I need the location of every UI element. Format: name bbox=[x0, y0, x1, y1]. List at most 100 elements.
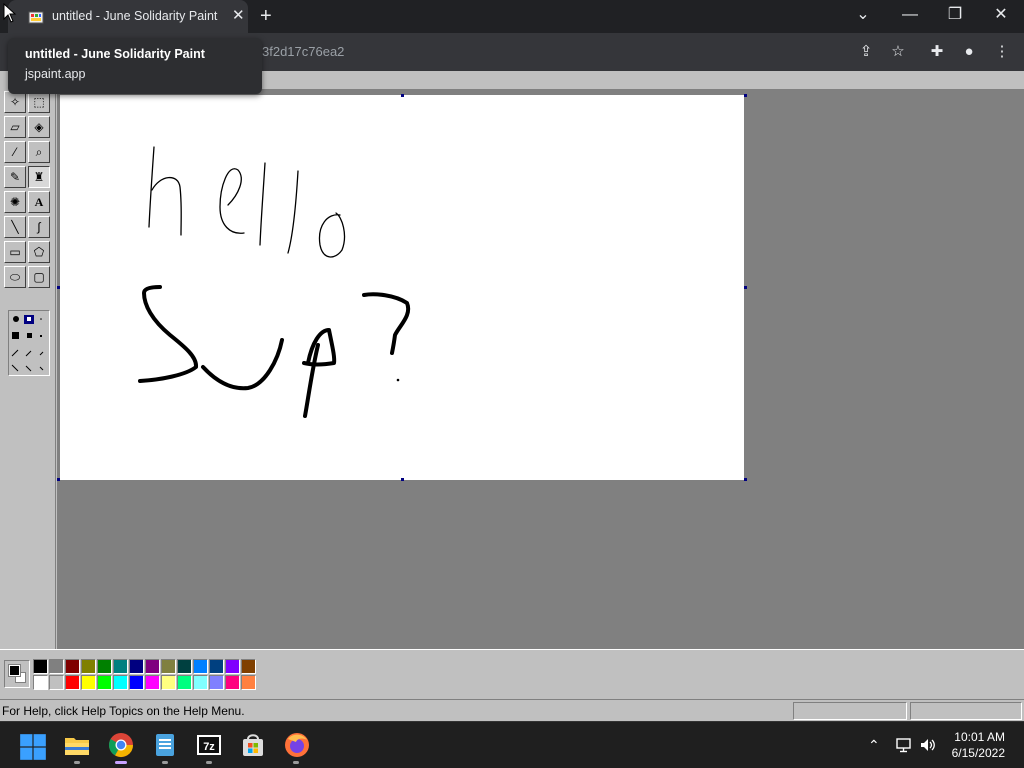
network-icon[interactable] bbox=[895, 736, 913, 754]
palette-swatch[interactable] bbox=[241, 675, 256, 690]
mouse-cursor-icon bbox=[3, 3, 17, 23]
palette-swatch[interactable] bbox=[209, 675, 224, 690]
palette-swatch[interactable] bbox=[225, 659, 240, 674]
palette-swatch[interactable] bbox=[33, 659, 48, 674]
free-form-select-tool[interactable]: ✧ bbox=[4, 91, 26, 113]
paint-app: ✧ ⬚ ▱ ◈ ⁄ ⌕ ✎ ♜ ✺ A ╲ ∫ ▭ ⬠ ⬭ ▢ For Help… bbox=[0, 71, 1024, 721]
palette-swatch[interactable] bbox=[193, 675, 208, 690]
ellipse-tool[interactable]: ⬭ bbox=[4, 266, 26, 288]
eraser-tool[interactable]: ▱ bbox=[4, 116, 26, 138]
clock-date[interactable]: 6/15/2022 bbox=[952, 746, 1005, 760]
status-bar: For Help, click Help Topics on the Help … bbox=[0, 699, 1024, 721]
tab-title: untitled - June Solidarity Paint bbox=[52, 9, 218, 23]
resize-handle-top[interactable] bbox=[401, 94, 404, 97]
more-menu-icon[interactable]: ⋮ bbox=[992, 42, 1012, 62]
brush-tool[interactable]: ♜ bbox=[28, 166, 50, 188]
windows-taskbar: 7z ⌃ 10:01 AM 6/15/2022 bbox=[0, 721, 1024, 768]
palette-swatch[interactable] bbox=[177, 659, 192, 674]
share-icon[interactable]: ⇪ bbox=[856, 42, 876, 62]
palette-swatch[interactable] bbox=[113, 659, 128, 674]
color-palette bbox=[0, 649, 1024, 695]
browser-title-bar: untitled - June Solidarity Paint ✕ + ⌄ —… bbox=[0, 0, 1024, 33]
new-tab-button[interactable]: + bbox=[260, 5, 272, 27]
clock-time[interactable]: 10:01 AM bbox=[954, 730, 1005, 744]
minimize-button[interactable]: — bbox=[895, 4, 925, 26]
show-hidden-icons-chevron-icon[interactable]: ⌃ bbox=[868, 736, 880, 754]
windows-start-icon[interactable] bbox=[19, 733, 47, 761]
svg-text:7z: 7z bbox=[203, 741, 215, 753]
status-panel-size bbox=[910, 702, 1022, 720]
palette-swatch[interactable] bbox=[241, 659, 256, 674]
palette-swatch[interactable] bbox=[193, 659, 208, 674]
brush-shape-options-icon bbox=[11, 315, 44, 372]
palette-swatch[interactable] bbox=[81, 659, 96, 674]
notepad-running-indicator bbox=[162, 761, 168, 764]
tab-close-icon[interactable]: ✕ bbox=[232, 7, 245, 25]
line-tool[interactable]: ╲ bbox=[4, 216, 26, 238]
text-tool[interactable]: A bbox=[28, 191, 50, 213]
color-picker-tool[interactable]: ⁄ bbox=[4, 141, 26, 163]
resize-handle-bottom[interactable] bbox=[401, 478, 404, 481]
current-colors[interactable] bbox=[4, 660, 30, 688]
profile-avatar-icon[interactable]: ● bbox=[959, 42, 979, 62]
resize-handle-right[interactable] bbox=[744, 286, 747, 289]
chrome-icon[interactable] bbox=[107, 731, 135, 759]
select-tool[interactable]: ⬚ bbox=[28, 91, 50, 113]
polygon-tool[interactable]: ⬠ bbox=[28, 241, 50, 263]
palette-swatch[interactable] bbox=[113, 675, 128, 690]
palette-swatch[interactable] bbox=[209, 659, 224, 674]
maximize-button[interactable]: ❐ bbox=[940, 4, 970, 26]
close-window-button[interactable]: ✕ bbox=[986, 4, 1016, 26]
chrome-active-indicator bbox=[115, 761, 127, 764]
palette-swatch[interactable] bbox=[161, 659, 176, 674]
palette-swatch[interactable] bbox=[177, 675, 192, 690]
palette-swatch[interactable] bbox=[97, 675, 112, 690]
address-bar-url[interactable]: 3f2d17c76ea2 bbox=[262, 44, 344, 59]
tooltip-title: untitled - June Solidarity Paint bbox=[25, 47, 205, 61]
firefox-icon[interactable] bbox=[283, 731, 311, 759]
volume-icon[interactable] bbox=[919, 736, 937, 754]
palette-swatch[interactable] bbox=[81, 675, 96, 690]
fill-bucket-tool[interactable]: ◈ bbox=[28, 116, 50, 138]
palette-swatch[interactable] bbox=[49, 675, 64, 690]
tooltip-url: jspaint.app bbox=[25, 67, 86, 81]
palette-swatch[interactable] bbox=[129, 659, 144, 674]
jspaint-favicon-icon bbox=[28, 11, 44, 24]
palette-swatch[interactable] bbox=[129, 675, 144, 690]
pencil-tool[interactable]: ✎ bbox=[4, 166, 26, 188]
brush-options[interactable] bbox=[8, 310, 50, 376]
palette-swatch[interactable] bbox=[97, 659, 112, 674]
resize-handle-bottom-right[interactable] bbox=[744, 478, 747, 481]
airbrush-tool[interactable]: ✺ bbox=[4, 191, 26, 213]
palette-swatch[interactable] bbox=[145, 675, 160, 690]
palette-swatch[interactable] bbox=[225, 675, 240, 690]
firefox-running-indicator bbox=[293, 761, 299, 764]
canvas-drawing bbox=[138, 146, 411, 418]
palette-swatch[interactable] bbox=[33, 675, 48, 690]
7zip-running-indicator bbox=[206, 761, 212, 764]
notepad-icon[interactable] bbox=[151, 731, 179, 759]
drawing-canvas[interactable] bbox=[60, 95, 744, 480]
microsoft-store-icon[interactable] bbox=[239, 731, 267, 759]
resize-handle-bottom-left[interactable] bbox=[57, 478, 60, 481]
palette-swatch[interactable] bbox=[161, 675, 176, 690]
palette-swatch[interactable] bbox=[145, 659, 160, 674]
bookmark-star-icon[interactable]: ☆ bbox=[888, 42, 908, 62]
7zip-icon[interactable]: 7z bbox=[195, 731, 223, 759]
rectangle-tool[interactable]: ▭ bbox=[4, 241, 26, 263]
rounded-rectangle-tool[interactable]: ▢ bbox=[28, 266, 50, 288]
extensions-puzzle-icon[interactable]: ✚ bbox=[927, 42, 947, 62]
palette-swatch[interactable] bbox=[49, 659, 64, 674]
resize-handle-left[interactable] bbox=[57, 286, 60, 289]
palette-swatch[interactable] bbox=[65, 659, 80, 674]
status-panel-coordinates bbox=[793, 702, 907, 720]
toolbox: ✧ ⬚ ▱ ◈ ⁄ ⌕ ✎ ♜ ✺ A ╲ ∫ ▭ ⬠ ⬭ ▢ bbox=[0, 89, 56, 649]
resize-handle-top-right[interactable] bbox=[744, 94, 747, 97]
primary-color-swatch[interactable] bbox=[8, 664, 21, 677]
curve-tool[interactable]: ∫ bbox=[28, 216, 50, 238]
magnifier-tool[interactable]: ⌕ bbox=[28, 141, 50, 163]
browser-tab[interactable]: untitled - June Solidarity Paint ✕ bbox=[8, 0, 248, 33]
palette-swatch[interactable] bbox=[65, 675, 80, 690]
tab-search-dropdown-icon[interactable]: ⌄ bbox=[848, 4, 878, 26]
file-explorer-icon[interactable] bbox=[63, 731, 91, 759]
